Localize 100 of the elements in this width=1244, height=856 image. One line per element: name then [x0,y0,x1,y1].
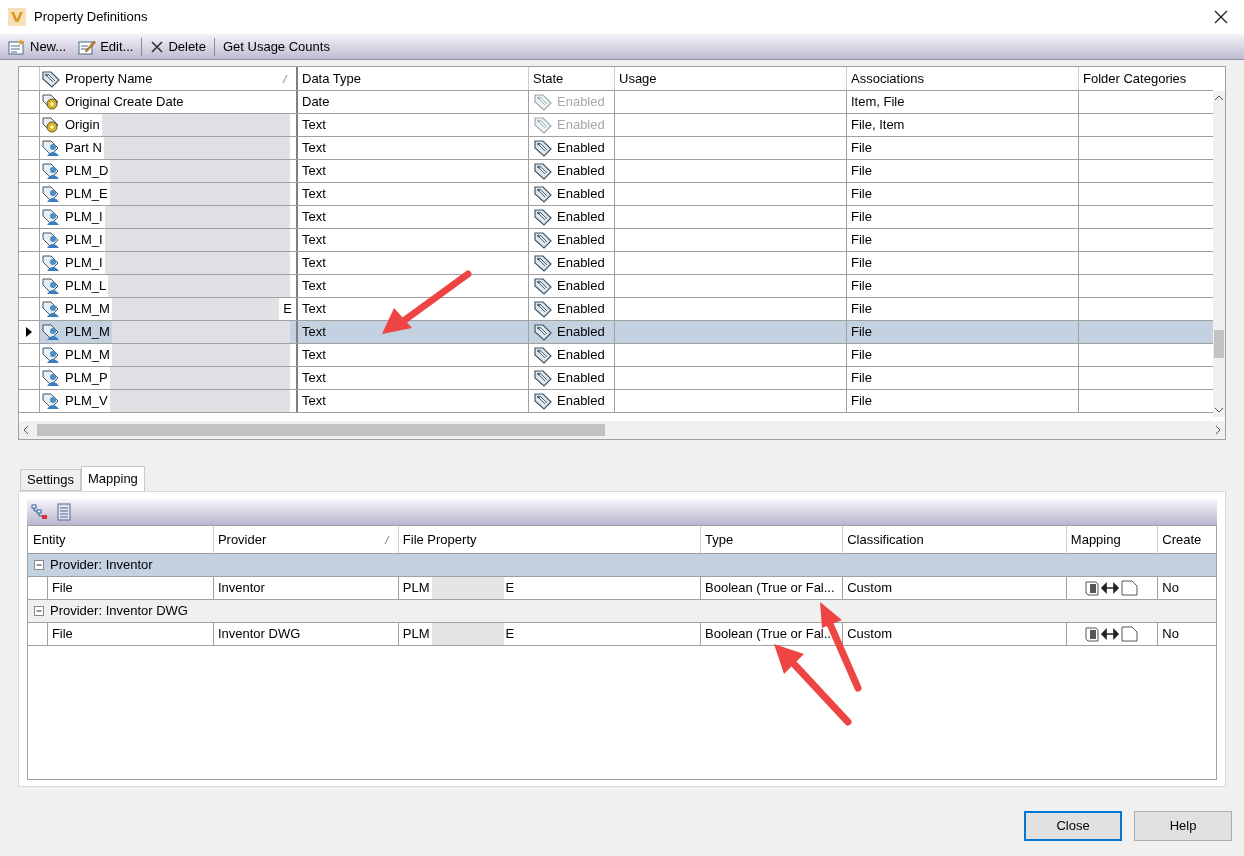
document-icon [8,38,26,55]
table-cell-text: Inventor [217,579,265,598]
table-cell-text: Text [302,277,326,296]
column-header[interactable]: Classification [842,526,1066,553]
dialog-button[interactable]: Close [1024,811,1122,841]
column-header[interactable]: File Property [397,526,700,553]
table-cell-text: Enabled [557,369,605,388]
table-row[interactable]: PLM_I Text Enabled File [19,252,1213,275]
dialog-button[interactable]: Help [1134,811,1232,841]
column-header[interactable]: Create [1157,526,1216,553]
close-icon[interactable] [1214,10,1228,24]
person-tag-icon [40,277,61,295]
column-header[interactable]: State [528,67,614,90]
tag-icon [533,369,553,387]
toolbar-button[interactable]: Get Usage Counts [218,35,334,58]
person-tag-icon [40,185,61,203]
edit-icon [78,38,97,55]
scroll-right-icon[interactable] [1215,425,1221,435]
table-cell-text: PLM_V [65,392,108,411]
horizontal-scrollbar[interactable] [19,421,1225,439]
tag-icon [40,69,61,88]
table-cell-text: Custom [847,625,892,644]
table-cell-text: Text [302,323,326,342]
table-row[interactable]: PLM_P Text Enabled File [19,367,1213,390]
close-icon [150,39,165,54]
sort-icon [383,535,390,544]
table-cell-text: Date [302,93,330,112]
table-cell-text: Original Create Date [65,93,184,112]
tag-icon [533,231,553,249]
table-cell-text: File [51,625,73,644]
table-cell-text: File [851,323,872,342]
table-cell-text: File [851,231,872,250]
column-header[interactable]: Property Name [61,67,296,90]
column-header[interactable]: Provider [212,526,398,553]
table-cell-text: Text [302,208,326,227]
table-cell-text: Enabled [557,346,605,365]
tag-icon [533,185,553,203]
table-row[interactable]: PLM_M Text Enabled File [19,344,1213,367]
table-cell-text: PLM_I [65,231,103,250]
column-header[interactable]: Data Type [296,67,528,90]
table-cell-text: Enabled [557,162,605,181]
group-row[interactable]: Provider: Inventor DWG [28,600,1216,623]
table-cell-text: File [851,346,872,365]
toolbar-button[interactable]: Delete [146,35,210,58]
person-tag-icon [40,300,61,318]
group-label: Provider: Inventor [50,556,153,575]
table-row[interactable]: Part N Text Enabled File [19,137,1213,160]
table-cell-text: Text [302,116,326,135]
table-row[interactable]: PLM_V Text Enabled File [19,390,1213,413]
scroll-up-icon[interactable] [1214,95,1224,101]
scrollbar-thumb[interactable] [37,424,605,436]
table-cell-text: PLM_M [65,323,110,342]
tag-icon [533,208,553,226]
table-cell-text: Enabled [557,254,605,273]
tab[interactable]: Settings [20,469,81,491]
collapse-icon[interactable] [34,606,44,616]
person-tag-icon [40,231,61,249]
column-header[interactable]: Usage [614,67,846,90]
table-cell-text: File [851,392,872,411]
collapse-icon[interactable] [34,560,44,570]
table-cell-text: Text [302,162,326,181]
hierarchy-icon[interactable] [31,504,49,520]
table-row[interactable]: PLM_L Text Enabled File [19,275,1213,298]
vertical-scrollbar[interactable] [1213,91,1225,417]
column-header[interactable]: Type [700,526,843,553]
person-tag-icon [40,162,61,180]
table-cell-text: Enabled [557,116,605,135]
scroll-down-icon[interactable] [1214,407,1224,413]
table-cell-text: Enabled [557,231,605,250]
table-cell-text: PLM_I [65,254,103,273]
table-row[interactable]: PLM_D Text Enabled File [19,160,1213,183]
column-header[interactable]: Folder Categories [1078,67,1213,90]
group-row[interactable]: Provider: Inventor [28,554,1216,577]
table-row[interactable]: PLM_I Text Enabled File [19,206,1213,229]
mapping-direction-icon [1084,625,1141,643]
table-cell-text: Enabled [557,185,605,204]
table-cell-text: File [851,139,872,158]
person-tag-icon [40,392,61,410]
sort-icon [282,74,288,83]
column-header[interactable]: Entity [28,526,213,553]
table-cell-text: PLM_P [65,369,108,388]
toolbar-button[interactable]: New... [4,35,71,58]
table-cell-text: PLM_E [65,185,108,204]
table-cell-text: Text [302,392,326,411]
column-header[interactable]: Mapping [1065,526,1158,553]
table-cell-text: File [851,369,872,388]
table-cell-text: Text [302,185,326,204]
table-cell-text: Text [302,139,326,158]
toolbar-button[interactable]: Edit... [74,35,138,58]
table-row[interactable]: PLM_E Text Enabled File [19,183,1213,206]
table-cell-text: Enabled [557,392,605,411]
table-cell-text: Text [302,254,326,273]
list-icon[interactable] [57,503,71,521]
table-row[interactable]: PLM_M Text Enabled File [19,321,1213,344]
table-row[interactable]: PLM_I Text Enabled File [19,229,1213,252]
scroll-left-icon[interactable] [23,425,29,435]
column-header[interactable]: Associations [846,67,1078,90]
scrollbar-thumb[interactable] [1214,330,1224,358]
tab[interactable]: Mapping [81,466,145,491]
gear-icon [40,93,61,111]
